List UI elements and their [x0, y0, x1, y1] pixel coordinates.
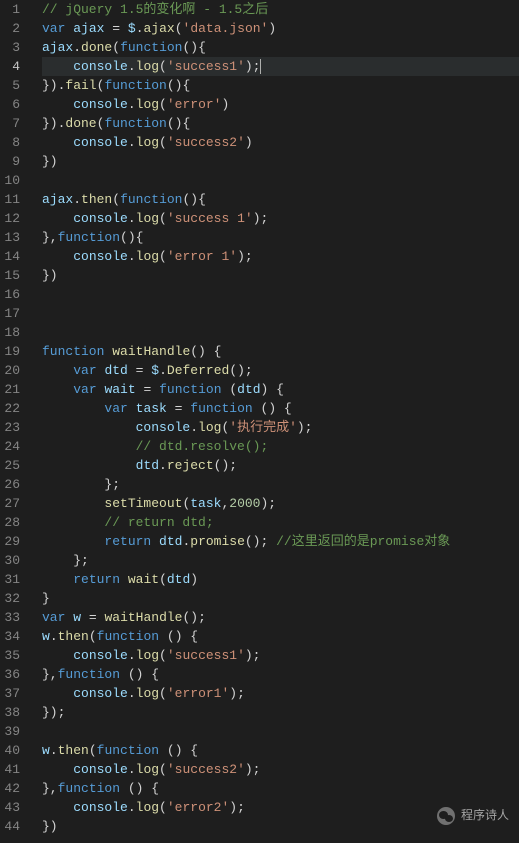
line-number: 15 [4, 266, 20, 285]
code-line[interactable]: }) [42, 152, 519, 171]
line-number: 7 [4, 114, 20, 133]
code-line[interactable]: console.log('error') [42, 95, 519, 114]
line-number: 30 [4, 551, 20, 570]
code-line[interactable] [42, 304, 519, 323]
line-number: 38 [4, 703, 20, 722]
code-line[interactable]: console.log('success 1'); [42, 209, 519, 228]
line-number: 24 [4, 437, 20, 456]
code-line[interactable]: var w = waitHandle(); [42, 608, 519, 627]
code-line[interactable]: var wait = function (dtd) { [42, 380, 519, 399]
code-line[interactable]: },function () { [42, 779, 519, 798]
code-line[interactable]: // jQuery 1.5的变化啊 - 1.5之后 [42, 0, 519, 19]
code-line[interactable]: console.log('error1'); [42, 684, 519, 703]
line-number: 2 [4, 19, 20, 38]
code-line[interactable]: }; [42, 551, 519, 570]
code-line[interactable]: }); [42, 703, 519, 722]
code-line[interactable]: }).fail(function(){ [42, 76, 519, 95]
code-line[interactable]: // return dtd; [42, 513, 519, 532]
line-number: 16 [4, 285, 20, 304]
line-number: 10 [4, 171, 20, 190]
line-number: 25 [4, 456, 20, 475]
line-number: 8 [4, 133, 20, 152]
text-cursor [260, 59, 261, 74]
code-line[interactable]: console.log('success2'); [42, 760, 519, 779]
line-number: 23 [4, 418, 20, 437]
code-line[interactable]: dtd.reject(); [42, 456, 519, 475]
code-editor[interactable]: 1234567891011121314151617181920212223242… [0, 0, 519, 843]
line-number: 21 [4, 380, 20, 399]
code-line[interactable]: },function () { [42, 665, 519, 684]
line-number: 41 [4, 760, 20, 779]
line-number: 29 [4, 532, 20, 551]
code-line[interactable]: },function(){ [42, 228, 519, 247]
line-number: 11 [4, 190, 20, 209]
line-number: 37 [4, 684, 20, 703]
code-line[interactable]: console.log('error 1'); [42, 247, 519, 266]
line-number: 13 [4, 228, 20, 247]
line-number: 1 [4, 0, 20, 19]
line-number: 32 [4, 589, 20, 608]
line-number: 4 [4, 57, 20, 76]
code-line[interactable]: // dtd.resolve(); [42, 437, 519, 456]
code-line[interactable]: } [42, 589, 519, 608]
line-number: 43 [4, 798, 20, 817]
line-number: 28 [4, 513, 20, 532]
line-number: 5 [4, 76, 20, 95]
code-line[interactable]: }) [42, 266, 519, 285]
line-number: 40 [4, 741, 20, 760]
line-number: 39 [4, 722, 20, 741]
code-line[interactable]: var dtd = $.Deferred(); [42, 361, 519, 380]
line-number: 17 [4, 304, 20, 323]
code-line[interactable]: }; [42, 475, 519, 494]
code-line[interactable]: console.log('success1'); [42, 646, 519, 665]
line-number: 22 [4, 399, 20, 418]
code-line[interactable]: console.log('success2') [42, 133, 519, 152]
line-number: 36 [4, 665, 20, 684]
code-line[interactable] [42, 285, 519, 304]
code-line[interactable]: return dtd.promise(); //这里返回的是promise对象 [42, 532, 519, 551]
line-number: 3 [4, 38, 20, 57]
line-number: 27 [4, 494, 20, 513]
line-number-gutter: 1234567891011121314151617181920212223242… [0, 0, 28, 843]
code-line[interactable] [42, 323, 519, 342]
wechat-icon [437, 807, 455, 825]
code-line[interactable]: var task = function () { [42, 399, 519, 418]
line-number: 6 [4, 95, 20, 114]
line-number: 33 [4, 608, 20, 627]
code-line[interactable]: ajax.done(function(){ [42, 38, 519, 57]
code-line[interactable]: console.log('执行完成'); [42, 418, 519, 437]
code-line[interactable]: w.then(function () { [42, 741, 519, 760]
line-number: 35 [4, 646, 20, 665]
line-number: 31 [4, 570, 20, 589]
code-line[interactable]: ajax.then(function(){ [42, 190, 519, 209]
code-line[interactable]: }).done(function(){ [42, 114, 519, 133]
line-number: 42 [4, 779, 20, 798]
line-number: 20 [4, 361, 20, 380]
line-number: 44 [4, 817, 20, 836]
line-number: 12 [4, 209, 20, 228]
line-number: 14 [4, 247, 20, 266]
line-number: 26 [4, 475, 20, 494]
code-line[interactable]: var ajax = $.ajax('data.json') [42, 19, 519, 38]
line-number: 19 [4, 342, 20, 361]
code-line[interactable]: function waitHandle() { [42, 342, 519, 361]
code-line[interactable]: console.log('success1'); [42, 57, 519, 76]
code-line[interactable] [42, 171, 519, 190]
code-line[interactable]: w.then(function () { [42, 627, 519, 646]
code-line[interactable] [42, 722, 519, 741]
code-line[interactable]: setTimeout(task,2000); [42, 494, 519, 513]
line-number: 18 [4, 323, 20, 342]
code-area[interactable]: // jQuery 1.5的变化啊 - 1.5之后var ajax = $.aj… [28, 0, 519, 843]
watermark: 程序诗人 [437, 806, 509, 825]
watermark-label: 程序诗人 [461, 806, 509, 825]
line-number: 9 [4, 152, 20, 171]
code-line[interactable]: return wait(dtd) [42, 570, 519, 589]
line-number: 34 [4, 627, 20, 646]
